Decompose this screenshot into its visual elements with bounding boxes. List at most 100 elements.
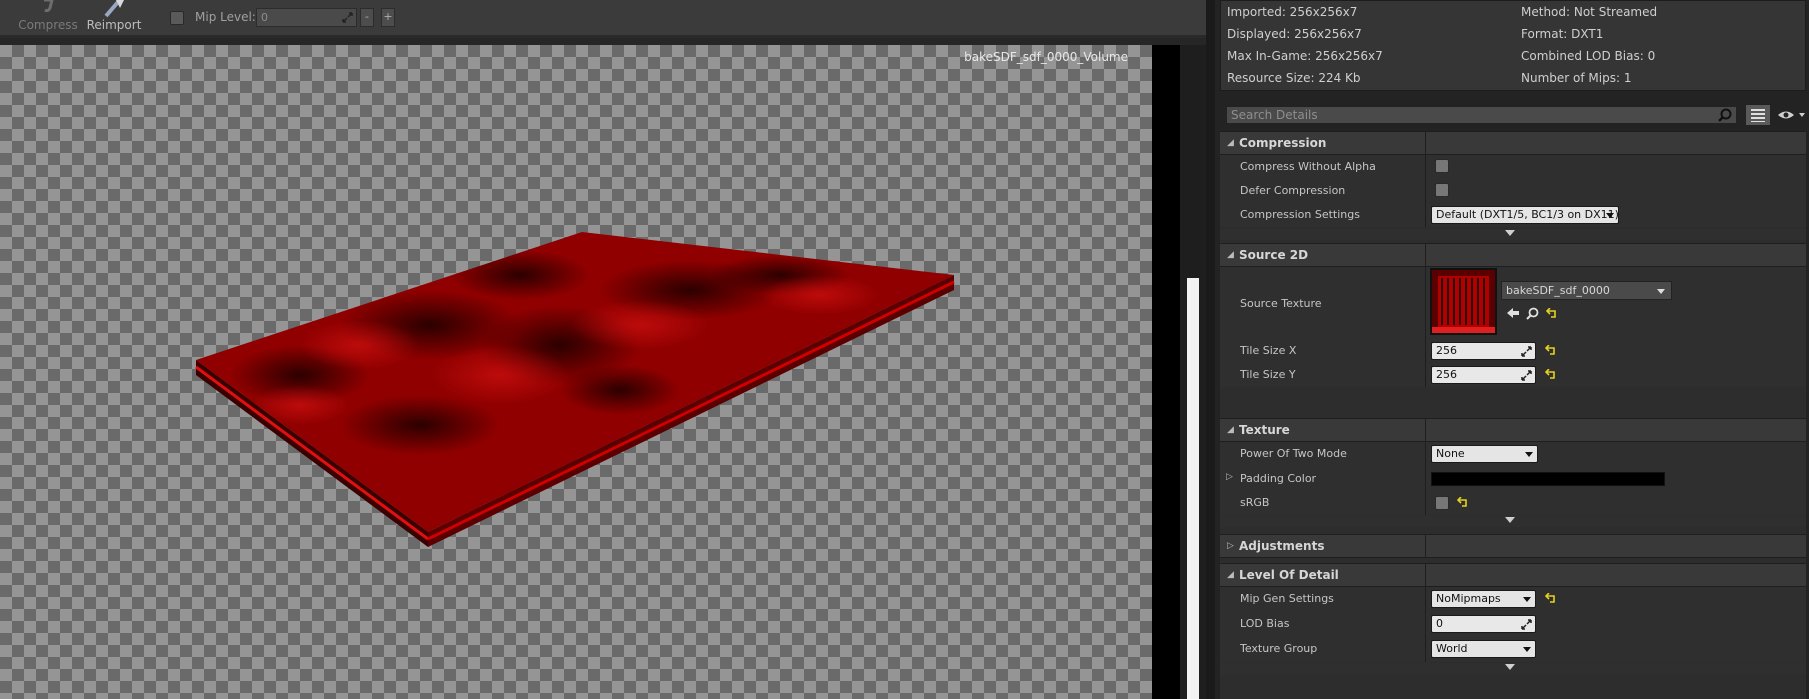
category-texture[interactable]: ◢ Texture <box>1220 418 1806 442</box>
column-divider <box>1425 244 1426 266</box>
view-options-button[interactable] <box>1777 107 1807 123</box>
property-power-of-two-mode: Power Of Two Mode None <box>1220 442 1806 467</box>
column-divider <box>1425 267 1426 339</box>
texture-thumbnail-image <box>1432 270 1495 333</box>
advanced-expander[interactable] <box>1220 229 1806 240</box>
compress-button[interactable]: Compress <box>18 0 78 34</box>
column-divider <box>1425 467 1426 491</box>
dropdown-value: World <box>1436 642 1468 655</box>
viewport-scrollbar[interactable] <box>1180 45 1206 699</box>
compress-without-alpha-checkbox[interactable] <box>1435 159 1449 173</box>
dropdown-value: NoMipmaps <box>1436 592 1501 605</box>
compress-label: Compress <box>18 18 78 32</box>
eye-icon <box>1778 111 1805 119</box>
reimport-button[interactable]: Reimport <box>84 0 144 34</box>
power-of-two-mode-dropdown[interactable]: None <box>1431 445 1538 463</box>
property-tile-size-y: Tile Size Y 256 <box>1220 363 1806 387</box>
category-compression[interactable]: ◢ Compression <box>1220 131 1806 155</box>
column-divider <box>1425 155 1426 179</box>
reset-to-default-icon[interactable] <box>1545 345 1557 357</box>
search-details-input[interactable]: Search Details <box>1226 106 1737 124</box>
column-divider <box>1425 564 1426 586</box>
padding-color-swatch[interactable] <box>1431 472 1665 486</box>
collapse-arrow-icon: ◢ <box>1227 138 1234 148</box>
reset-to-default-icon[interactable] <box>1546 308 1558 320</box>
number-of-mips-info: Number of Mips: 1 <box>1521 71 1632 85</box>
column-divider <box>1425 179 1426 203</box>
reset-to-default-icon[interactable] <box>1545 593 1557 605</box>
collapse-arrow-icon: ◢ <box>1227 425 1234 435</box>
field-value: 0 <box>1436 617 1443 630</box>
use-selected-arrow-icon[interactable] <box>1506 307 1520 319</box>
column-divider <box>1425 587 1426 612</box>
chevron-down-icon <box>1606 213 1614 218</box>
category-adjustments[interactable]: ▷ Adjustments <box>1220 534 1806 558</box>
combined-lod-bias-info: Combined LOD Bias: 0 <box>1521 49 1656 63</box>
srgb-checkbox[interactable] <box>1435 496 1449 510</box>
texture-viewport[interactable]: bakeSDF_sdf_0000_Volume <box>0 45 1152 699</box>
expand-arrow-icon[interactable]: ▷ <box>1226 472 1233 482</box>
compression-settings-dropdown[interactable]: Default (DXT1/5, BC1/3 on DX11) <box>1431 206 1619 224</box>
property-padding-color: ▷ Padding Color <box>1220 467 1806 491</box>
scrollbar-thumb[interactable] <box>1187 278 1199 699</box>
details-list: ◢ Compression Compress Without Alpha Def… <box>1220 131 1806 699</box>
spin-arrows-icon <box>342 12 353 23</box>
resource-size-info: Resource Size: 224 Kb <box>1227 71 1361 85</box>
tile-size-x-field[interactable]: 256 <box>1431 342 1536 360</box>
property-tile-size-x: Tile Size X 256 <box>1220 339 1806 363</box>
details-search-row: Search Details <box>1220 101 1806 127</box>
toolbar: Compress Reimport Mip Level: 0 - + <box>0 0 1206 38</box>
mip-decrease-button[interactable]: - <box>360 8 374 27</box>
column-divider <box>1425 363 1426 387</box>
chevron-down-icon <box>1657 289 1665 294</box>
browse-search-icon[interactable] <box>1526 307 1539 320</box>
category-title: Source 2D <box>1239 248 1309 262</box>
property-defer-compression: Defer Compression <box>1220 179 1806 203</box>
property-label: Tile Size Y <box>1240 368 1296 381</box>
column-divider <box>1425 637 1426 662</box>
max-in-game-info: Max In-Game: 256x256x7 <box>1227 49 1383 63</box>
chevron-down-icon <box>1523 647 1531 652</box>
defer-compression-checkbox[interactable] <box>1435 183 1449 197</box>
expand-arrow-icon <box>1505 230 1515 236</box>
dropdown-value: None <box>1436 447 1465 460</box>
spin-arrows-icon <box>1521 370 1532 381</box>
method-info: Method: Not Streamed <box>1521 5 1658 19</box>
mip-level-checkbox[interactable] <box>170 11 184 25</box>
lod-bias-field[interactable]: 0 <box>1431 615 1536 633</box>
category-source-2d[interactable]: ◢ Source 2D <box>1220 243 1806 267</box>
collapse-arrow-icon: ◢ <box>1227 250 1234 260</box>
column-divider <box>1425 339 1426 363</box>
mip-gen-settings-dropdown[interactable]: NoMipmaps <box>1431 590 1536 608</box>
source-texture-picker[interactable]: bakeSDF_sdf_0000 <box>1501 281 1672 300</box>
property-source-texture: Source Texture bakeSDF_sdf_0000 <box>1220 267 1806 339</box>
column-divider <box>1425 535 1426 557</box>
reset-to-default-icon[interactable] <box>1457 497 1469 509</box>
mip-increase-button[interactable]: + <box>381 8 395 27</box>
reset-to-default-icon[interactable] <box>1545 369 1557 381</box>
format-info: Format: DXT1 <box>1521 27 1604 41</box>
property-label: Padding Color <box>1240 472 1317 485</box>
mip-level-field[interactable]: 0 <box>256 8 357 27</box>
column-divider <box>1425 491 1426 515</box>
advanced-expander[interactable] <box>1220 516 1806 527</box>
column-divider <box>1425 612 1426 637</box>
texture-preview-area: Compress Reimport Mip Level: 0 - + bakeS… <box>0 0 1206 699</box>
imported-info: Imported: 256x256x7 <box>1227 5 1358 19</box>
advanced-expander[interactable] <box>1220 663 1806 674</box>
property-matrix-button[interactable] <box>1745 104 1771 126</box>
texture-group-dropdown[interactable]: World <box>1431 640 1536 658</box>
reimport-label: Reimport <box>86 18 142 32</box>
expand-arrow-icon <box>1505 517 1515 523</box>
property-label: Texture Group <box>1240 642 1318 655</box>
property-label: sRGB <box>1240 496 1270 509</box>
category-level-of-detail[interactable]: ◢ Level Of Detail <box>1220 563 1806 587</box>
tile-size-y-field[interactable]: 256 <box>1431 366 1536 384</box>
source-texture-thumbnail[interactable] <box>1430 268 1497 335</box>
property-label: LOD Bias <box>1240 617 1290 630</box>
dropdown-value: Default (DXT1/5, BC1/3 on DX11) <box>1436 208 1619 221</box>
property-label: Compress Without Alpha <box>1240 160 1376 173</box>
expand-arrow-icon: ▷ <box>1227 541 1234 551</box>
mip-level-value: 0 <box>261 11 268 24</box>
field-value: 256 <box>1436 344 1457 357</box>
